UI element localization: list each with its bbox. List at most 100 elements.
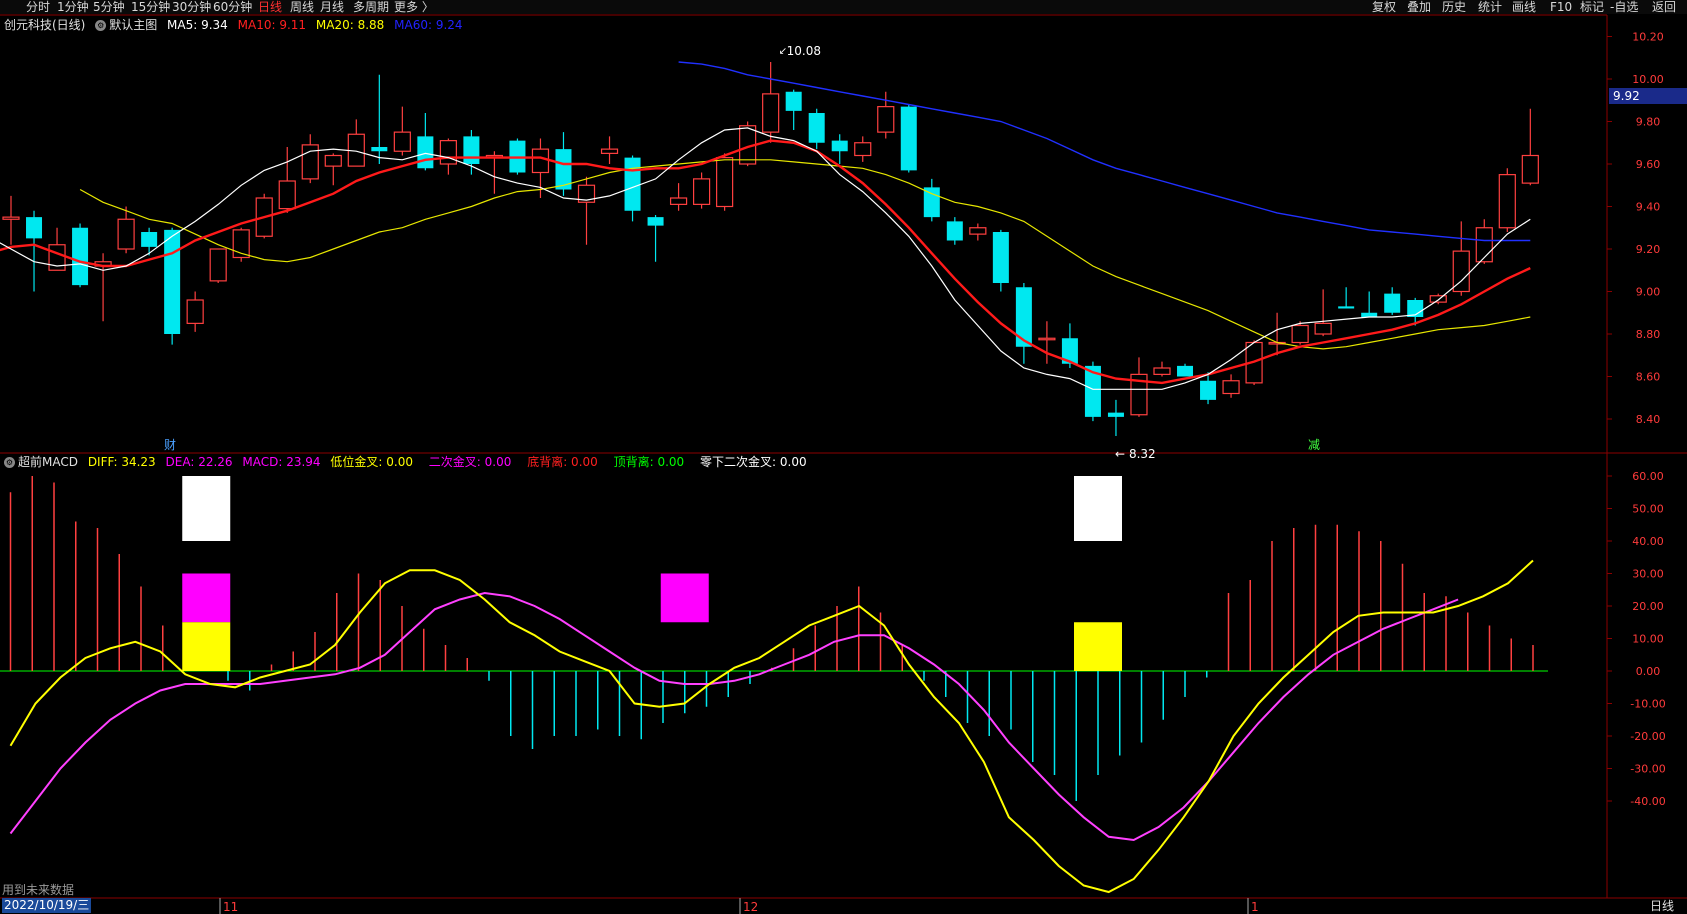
candle <box>1153 361 1171 377</box>
candle-body <box>1200 380 1217 400</box>
candle-body <box>439 140 457 165</box>
candle-body <box>2 216 20 220</box>
candle-body <box>186 299 204 324</box>
y-tick-label: 10.20 <box>1632 31 1664 44</box>
candle-body <box>600 148 619 154</box>
y-tick-label: 10.00 <box>1632 73 1664 86</box>
candle-body <box>1384 293 1401 313</box>
candle <box>1452 221 1470 296</box>
candle-body <box>1153 367 1171 375</box>
candle <box>808 108 825 150</box>
candle-body <box>946 221 963 241</box>
candle <box>946 217 963 245</box>
y-tick-label: 9.40 <box>1636 201 1661 214</box>
candle <box>393 106 411 156</box>
diff-value: DIFF: 34.23 <box>87 455 156 469</box>
settings-icon[interactable]: ⚙ <box>95 20 107 31</box>
bottom-divergence: 底背离: 0.00 <box>527 455 598 469</box>
candle <box>1107 399 1124 436</box>
candle <box>324 153 342 186</box>
candle-body <box>531 148 550 174</box>
candle <box>371 74 388 164</box>
candle-body <box>854 142 872 157</box>
candle <box>854 136 872 162</box>
period-label[interactable]: 日线 <box>1650 899 1674 914</box>
ma5-line <box>0 127 1531 390</box>
ma5-value: MA5: 9.34 <box>167 18 228 32</box>
candle <box>209 248 227 283</box>
candle <box>278 147 296 213</box>
candle-body <box>72 227 89 286</box>
event-marker-cai: 财 <box>164 438 176 452</box>
candle <box>117 206 135 254</box>
indicator-name[interactable]: 超前MACD <box>18 455 78 469</box>
candle <box>831 134 848 164</box>
future-data-note: 用到未来数据 <box>2 883 75 897</box>
candle <box>1361 291 1378 317</box>
candle <box>2 195 20 245</box>
ma60-value: MA60: 9.24 <box>394 18 463 32</box>
y-tick-label: 40.00 <box>1632 535 1664 548</box>
stock-title[interactable]: 创元科技(日线) <box>4 18 85 32</box>
ma20-line <box>79 159 1531 350</box>
candle <box>301 134 319 184</box>
candle-body <box>669 197 688 205</box>
month-label: 1 <box>1251 900 1259 914</box>
candle <box>72 223 89 288</box>
signal-block <box>182 476 231 541</box>
candle <box>762 62 780 143</box>
ma10-value: MA10: 9.11 <box>237 18 307 32</box>
candle-body <box>923 187 940 218</box>
candle <box>232 227 250 262</box>
y-tick-label: -20.00 <box>1630 730 1665 743</box>
candle-body <box>1291 324 1309 344</box>
candle <box>1015 283 1032 364</box>
candle-body <box>324 154 342 167</box>
candle-body <box>393 131 411 152</box>
candle-body <box>1475 227 1493 263</box>
candle <box>1498 168 1516 232</box>
candle-body <box>808 113 825 143</box>
candle-body <box>1222 380 1240 395</box>
candle <box>785 89 802 130</box>
candle <box>1314 289 1332 337</box>
second-golden-cross: 二次金叉: 0.00 <box>428 455 512 469</box>
candle-body <box>1015 287 1032 347</box>
candle <box>164 227 181 345</box>
candle <box>1177 363 1194 377</box>
candle-body <box>1107 412 1124 417</box>
candle-body <box>1314 322 1332 335</box>
candle <box>969 223 987 241</box>
candle-body <box>117 218 135 250</box>
candle-body <box>624 157 641 211</box>
low-price-label: 8.32 <box>1129 447 1156 461</box>
candle-body <box>992 232 1009 283</box>
signal-block <box>1074 476 1122 541</box>
y-tick-label: 9.20 <box>1636 243 1661 256</box>
y-tick-label: 8.40 <box>1636 413 1661 426</box>
macd-header: ⚙ 超前MACD DIFF: 34.23 DEA: 22.26 MACD: 23.… <box>4 454 807 470</box>
candle <box>900 104 917 173</box>
candle-body <box>164 229 181 334</box>
settings-icon[interactable]: ⚙ <box>4 457 15 468</box>
candle <box>1038 321 1056 364</box>
candle <box>48 227 66 271</box>
y-tick-label: 50.00 <box>1632 503 1664 516</box>
ma60-line <box>678 61 1531 242</box>
low-arrow: ← <box>1115 447 1125 461</box>
candle <box>1338 287 1355 309</box>
current-price-label: 9.92 <box>1613 89 1640 103</box>
candle-body <box>762 93 780 133</box>
y-tick-label: 9.60 <box>1636 158 1661 171</box>
candle-body <box>785 91 802 111</box>
candle-body <box>877 106 895 133</box>
candle-body <box>1429 295 1447 303</box>
candle <box>94 253 112 322</box>
candle-body <box>1498 174 1516 229</box>
candle-body <box>647 217 664 226</box>
y-tick-label: 20.00 <box>1632 600 1664 613</box>
signal-block <box>1074 622 1122 671</box>
candle <box>647 215 664 262</box>
candle <box>1130 357 1148 417</box>
template-name[interactable]: 默认主图 <box>109 18 157 32</box>
